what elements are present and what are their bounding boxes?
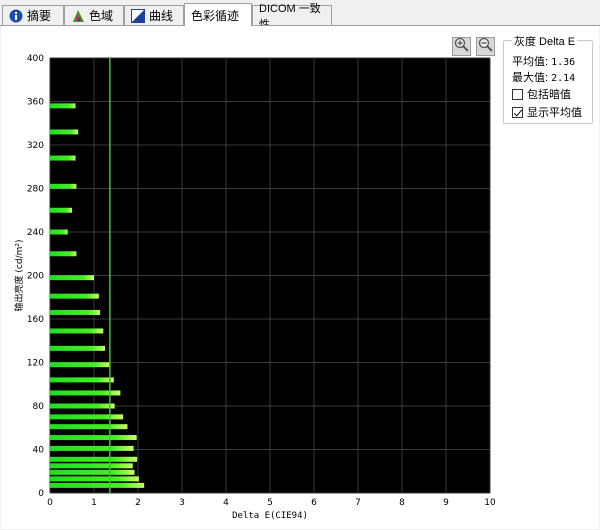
y-tick-label: 80	[33, 402, 45, 412]
bar	[50, 445, 134, 451]
bar	[50, 345, 105, 351]
bar	[50, 103, 76, 109]
y-tick-label: 40	[33, 446, 45, 456]
bar	[50, 414, 124, 420]
bar	[50, 328, 104, 334]
tab-color-tracking-label: 色彩循迹	[191, 8, 240, 23]
x-axis-label: Delta E(CIE94)	[232, 511, 308, 521]
y-axis-label: 输出亮度 (cd/m²)	[13, 240, 25, 312]
bar	[50, 456, 138, 462]
bar	[50, 403, 115, 409]
bar	[50, 362, 110, 368]
bar	[50, 309, 101, 315]
bar	[50, 435, 137, 441]
y-tick-label: 160	[27, 315, 44, 325]
y-tick-label: 320	[27, 141, 44, 151]
y-tick-labels: 0 40 80 120 160 200 240 280 320 360 400	[27, 54, 44, 499]
tab-color-tracking[interactable]: 色彩循迹	[184, 3, 252, 26]
bar	[50, 275, 94, 281]
bar	[50, 229, 68, 235]
x-tick-label: 2	[135, 498, 141, 508]
bar	[50, 476, 139, 482]
x-tick-label: 7	[355, 498, 361, 508]
bar	[50, 207, 72, 213]
y-tick-label: 360	[27, 98, 44, 108]
y-tick-label: 240	[27, 228, 44, 238]
x-tick-label: 8	[399, 498, 405, 508]
x-tick-label: 6	[311, 498, 317, 508]
x-tick-labels: 0 1 2 3 4 5 6 7 8 9 10	[47, 498, 496, 508]
x-tick-label: 5	[267, 498, 273, 508]
bar	[50, 183, 77, 189]
bar	[50, 469, 135, 475]
x-tick-label: 9	[443, 498, 449, 508]
x-tick-label: 1	[91, 498, 97, 508]
y-tick-label: 400	[27, 54, 44, 64]
bar	[50, 377, 114, 383]
x-tick-label: 4	[223, 498, 229, 508]
bar	[50, 463, 133, 469]
bar	[50, 482, 145, 488]
y-tick-label: 280	[27, 185, 44, 195]
delta-e-chart: 0 1 2 3 4 5 6 7 8 9 10 0 40 80 120 160 200 240 280 320 360 4…	[13, 54, 496, 521]
x-tick-label: 0	[47, 498, 53, 508]
x-tick-label: 10	[484, 498, 496, 508]
y-tick-label: 0	[38, 489, 44, 499]
bar	[50, 251, 77, 257]
y-tick-label: 120	[27, 359, 44, 369]
y-tick-label: 200	[27, 272, 44, 282]
bar	[50, 424, 128, 430]
bar	[50, 293, 99, 299]
x-tick-label: 3	[179, 498, 185, 508]
bar	[50, 129, 79, 135]
bar	[50, 155, 76, 161]
